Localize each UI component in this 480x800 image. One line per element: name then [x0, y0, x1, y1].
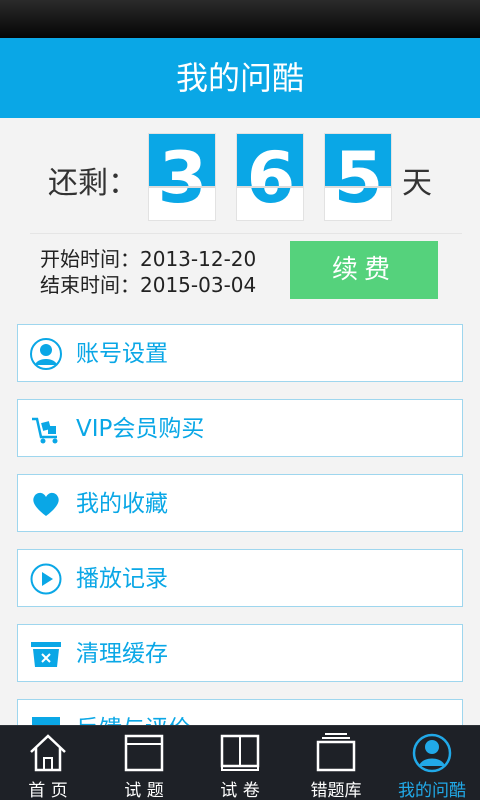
tab-label: 错题库	[310, 781, 362, 800]
renew-button[interactable]: 续费	[290, 241, 438, 299]
questions-icon	[124, 734, 164, 772]
menu-item-account-settings[interactable]: 账号设置	[17, 324, 463, 382]
tab-wrong-question-bank[interactable]: 错题库	[288, 726, 384, 800]
menu-item-label: VIP会员购买	[76, 416, 205, 442]
days-remaining: 还剩： 3 3 6 6 5 5 天	[0, 118, 480, 233]
end-date-row: 结束时间：2015-03-04	[40, 272, 256, 298]
digit-card: 5 5	[324, 133, 392, 221]
clean-icon	[31, 642, 61, 667]
remaining-label: 还剩：	[48, 166, 138, 201]
home-icon	[30, 734, 66, 772]
digit-card: 3 3	[148, 133, 216, 221]
paper-icon	[220, 734, 260, 771]
tab-questions[interactable]: 试 题	[96, 726, 192, 800]
cart-icon	[32, 417, 58, 444]
menu-item-clear-cache[interactable]: 清理缓存	[17, 624, 463, 682]
play-icon	[30, 563, 62, 595]
end-date-value: 2015-03-04	[140, 273, 257, 297]
divider	[30, 233, 462, 234]
tab-label: 我的问酷	[398, 781, 466, 800]
tab-my-wenku[interactable]: 我的问酷	[384, 726, 480, 800]
start-date-row: 开始时间：2013-12-20	[40, 246, 256, 272]
menu-item-my-favorites[interactable]: 我的收藏	[17, 474, 463, 532]
tab-papers[interactable]: 试 卷	[192, 726, 288, 800]
days-unit: 天	[402, 166, 432, 201]
menu-item-label: 账号设置	[76, 341, 168, 367]
digit-card: 6 6	[236, 133, 304, 221]
start-date-label: 开始时间：	[40, 247, 140, 271]
membership-dates: 开始时间：2013-12-20 结束时间：2015-03-04	[40, 246, 256, 298]
tab-label: 首 页	[28, 781, 68, 800]
status-bar	[0, 0, 480, 38]
menu-item-play-history[interactable]: 播放记录	[17, 549, 463, 607]
heart-icon	[33, 492, 59, 516]
tab-label: 试 卷	[220, 781, 260, 800]
end-date-label: 结束时间：	[40, 273, 140, 297]
menu-item-vip-purchase[interactable]: VIP会员购买	[17, 399, 463, 457]
menu-item-label: 清理缓存	[76, 641, 168, 667]
page-title: 我的问酷	[0, 38, 480, 118]
tab-label: 试 题	[124, 781, 164, 800]
menu-item-label: 我的收藏	[76, 491, 168, 517]
wrong-bank-icon	[316, 733, 356, 772]
profile-icon	[412, 733, 452, 773]
user-icon	[30, 338, 62, 370]
tab-home[interactable]: 首 页	[0, 726, 96, 800]
bottom-tab-bar: 首 页 试 题 试 卷 错题库 我的问酷	[0, 725, 480, 800]
menu-item-label: 播放记录	[76, 566, 168, 592]
start-date-value: 2013-12-20	[140, 247, 257, 271]
